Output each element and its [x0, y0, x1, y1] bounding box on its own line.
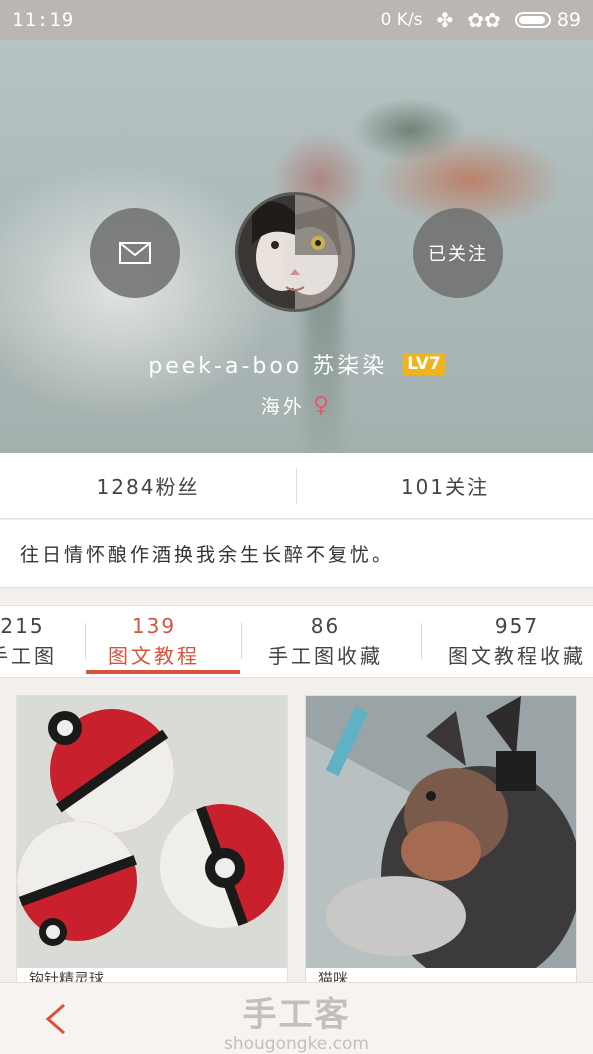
- bottom-bar: 手工客 shougongke.com: [0, 982, 593, 1054]
- status-bar: 11:19 0 K/s ✤ ✿✿ 89: [0, 0, 593, 40]
- location: 海外: [260, 396, 305, 418]
- status-time: 11:19: [12, 9, 75, 31]
- battery-icon: [514, 12, 551, 28]
- watermark: 手工客 shougongke.com: [0, 987, 593, 1054]
- tab-label: 手工图收藏: [268, 644, 383, 668]
- level-badge: LV7: [403, 353, 445, 375]
- fans-count[interactable]: 1284粉丝: [0, 471, 296, 500]
- female-icon: ♀: [312, 393, 333, 418]
- tab-tutorials[interactable]: 139 图文教程: [108, 614, 200, 669]
- status-icons: 0 K/s ✤ ✿✿ 89: [381, 8, 581, 32]
- location-row: 海外 ♀: [0, 392, 593, 419]
- mail-icon: [119, 242, 151, 264]
- tab-count: 86: [310, 614, 341, 638]
- signal-icon: ✿✿: [467, 8, 501, 32]
- profile-header: 已关注 peek-a-boo 苏柒染 LV7 海外 ♀: [0, 40, 593, 453]
- tab-divider: [85, 623, 86, 659]
- battery-indicator: 89: [514, 9, 581, 31]
- following-count[interactable]: 101关注: [297, 471, 593, 500]
- message-button[interactable]: [90, 208, 180, 298]
- bio: 往日情怀酿作酒换我余生长醉不复忧。: [0, 520, 593, 588]
- tutorial-card[interactable]: 猫咪: [305, 695, 577, 985]
- avatar[interactable]: [235, 192, 355, 312]
- tab-count: 215: [0, 614, 45, 638]
- tab-count: 957: [494, 614, 540, 638]
- clover-icon: ✤: [436, 8, 454, 32]
- cat-photo-image: [306, 696, 576, 968]
- username: peek-a-boo 苏柒染: [148, 354, 388, 379]
- username-row: peek-a-boo 苏柒染 LV7: [0, 348, 593, 380]
- tab-handmade-photos[interactable]: 215 手工图: [0, 614, 57, 669]
- watermark-brand: 手工客: [242, 995, 351, 1035]
- stats-bar: 1284粉丝 101关注: [0, 453, 593, 519]
- crochet-pokeball-image: [17, 696, 287, 968]
- tab-tutorial-favorites[interactable]: 957 图文教程收藏: [448, 614, 586, 669]
- network-speed: 0 K/s: [380, 10, 423, 30]
- watermark-url: shougongke.com: [224, 1034, 369, 1054]
- battery-level: 89: [556, 9, 581, 31]
- tab-photo-favorites[interactable]: 86 手工图收藏: [268, 614, 383, 669]
- tab-label: 图文教程: [108, 644, 200, 668]
- tab-label: 图文教程收藏: [448, 644, 586, 668]
- tab-divider: [241, 623, 242, 659]
- tutorial-grid: 钩针精灵球 猫咪: [0, 679, 593, 985]
- active-tab-indicator: [86, 670, 240, 674]
- tab-divider: [421, 623, 422, 659]
- tab-count: 139: [131, 614, 177, 638]
- content-tabs: 215 手工图 139 图文教程 86 手工图收藏 957 图文教程收藏: [0, 605, 593, 678]
- avatar-image: [238, 195, 352, 309]
- tutorial-card[interactable]: 钩针精灵球: [16, 695, 288, 985]
- tab-label: 手工图: [0, 644, 57, 668]
- follow-button[interactable]: 已关注: [413, 208, 503, 298]
